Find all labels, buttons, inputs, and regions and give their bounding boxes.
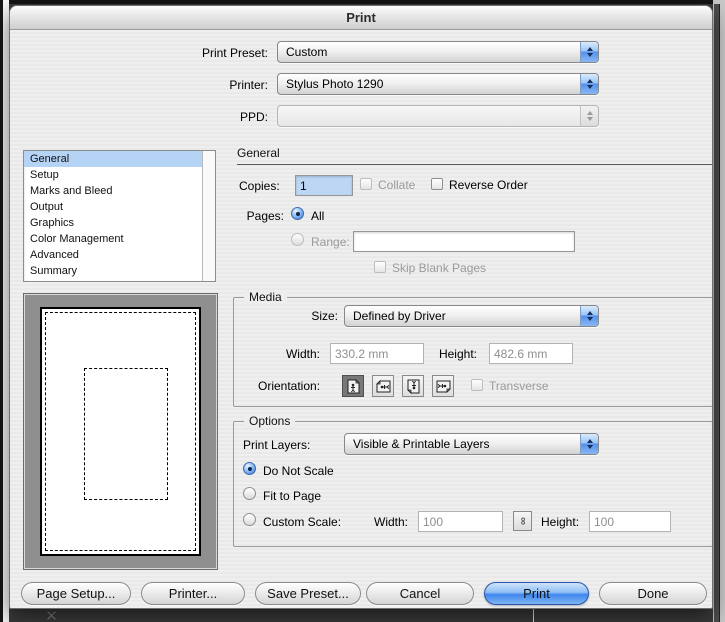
fit-to-page-label[interactable]: Fit to Page — [263, 489, 321, 503]
cancel-button[interactable]: Cancel — [366, 582, 474, 605]
copies-label: Copies: — [239, 179, 280, 193]
pages-all-radio[interactable] — [291, 207, 304, 220]
print-dialog: Print Print Preset: Custom Printer: Styl… — [9, 5, 713, 609]
transverse-checkbox — [471, 379, 483, 391]
orientation-label: Orientation: — [258, 379, 320, 393]
custom-scale-width-input — [418, 511, 503, 532]
do-not-scale-radio[interactable] — [243, 462, 256, 475]
media-width-input — [330, 343, 424, 364]
background-scrollbar-strip — [714, 4, 720, 622]
reverse-order-checkbox[interactable] — [431, 178, 443, 190]
orientation-landscape-left-icon — [376, 380, 391, 393]
dialog-title: Print — [346, 10, 376, 25]
skip-blank-pages-checkbox — [374, 261, 386, 273]
preview-paper — [40, 307, 201, 556]
sidebar-item-general[interactable]: General — [24, 151, 215, 167]
ppd-popup — [277, 105, 599, 127]
media-width-label: Width: — [258, 347, 320, 361]
popup-stepper-icon — [580, 434, 598, 454]
sidebar-item-output[interactable]: Output — [24, 199, 215, 215]
orientation-portrait-button[interactable] — [342, 375, 364, 397]
collate-label: Collate — [378, 178, 415, 192]
pages-label: Pages: — [204, 209, 284, 223]
custom-scale-height-label: Height: — [541, 515, 579, 529]
pages-range-label: Range: — [311, 235, 350, 249]
orientation-portrait-reverse-icon — [407, 379, 420, 394]
print-layers-popup[interactable]: Visible & Printable Layers — [344, 433, 599, 455]
orientation-landscape-right-button[interactable] — [432, 375, 454, 397]
print-layers-value: Visible & Printable Layers — [353, 437, 580, 451]
media-height-label: Height: — [430, 347, 477, 361]
custom-scale-label[interactable]: Custom Scale: — [263, 515, 341, 529]
printer-button[interactable]: Printer... — [141, 582, 245, 605]
reverse-order-label[interactable]: Reverse Order — [449, 178, 528, 192]
printer-value: Stylus Photo 1290 — [286, 77, 580, 91]
orientation-portrait-reverse-button[interactable] — [402, 375, 424, 397]
pages-all-label[interactable]: All — [311, 209, 324, 223]
print-layers-label: Print Layers: — [243, 438, 310, 452]
print-preset-value: Custom — [286, 45, 580, 59]
media-group-title: Media — [244, 290, 287, 304]
sections-list: General Setup Marks and Bleed Output Gra… — [23, 150, 216, 282]
print-preset-popup[interactable]: Custom — [277, 41, 599, 63]
pages-range-radio — [291, 233, 304, 246]
media-size-label: Size: — [238, 309, 338, 323]
page-preview — [23, 293, 218, 570]
copies-input[interactable] — [295, 175, 353, 196]
ppd-label: PPD: — [118, 110, 268, 124]
background-top-strip — [0, 0, 725, 4]
panel-heading: General — [237, 146, 713, 165]
custom-scale-height-input — [589, 511, 671, 532]
done-button[interactable]: Done — [599, 582, 707, 605]
orientation-landscape-left-button[interactable] — [372, 375, 394, 397]
popup-stepper-icon — [580, 42, 598, 62]
printer-label: Printer: — [118, 78, 268, 92]
sidebar-item-summary[interactable]: Summary — [24, 263, 215, 279]
skip-blank-pages-label: Skip Blank Pages — [392, 261, 486, 275]
printer-popup[interactable]: Stylus Photo 1290 — [277, 73, 599, 95]
popup-stepper-icon — [580, 306, 598, 326]
print-preset-label: Print Preset: — [118, 46, 268, 60]
constrain-link-button[interactable]: ∞ — [513, 511, 532, 531]
sidebar-item-advanced[interactable]: Advanced — [24, 247, 215, 263]
save-preset-button[interactable]: Save Preset... — [255, 582, 361, 605]
collate-checkbox — [360, 178, 372, 190]
media-size-popup[interactable]: Defined by Driver — [344, 305, 599, 327]
popup-stepper-icon — [580, 106, 598, 126]
chain-link-icon: ∞ — [517, 517, 529, 525]
options-group-title: Options — [244, 414, 295, 428]
sidebar-item-setup[interactable]: Setup — [24, 167, 215, 183]
background-guide-line — [533, 609, 534, 622]
orientation-portrait-icon — [347, 379, 360, 394]
custom-scale-width-label: Width: — [374, 515, 408, 529]
sidebar-item-color-management[interactable]: Color Management — [24, 231, 215, 247]
dialog-titlebar[interactable]: Print — [10, 6, 712, 30]
custom-scale-radio[interactable] — [243, 513, 256, 526]
transverse-label: Transverse — [489, 379, 549, 393]
background-bottom-area — [9, 609, 713, 622]
page-setup-button[interactable]: Page Setup... — [21, 582, 131, 605]
fit-to-page-radio[interactable] — [243, 487, 256, 500]
print-button[interactable]: Print — [484, 582, 589, 605]
media-height-input — [489, 343, 573, 364]
do-not-scale-label[interactable]: Do Not Scale — [263, 464, 334, 478]
preview-document-page — [84, 368, 167, 500]
sidebar-item-marks-and-bleed[interactable]: Marks and Bleed — [24, 183, 215, 199]
sidebar-item-graphics[interactable]: Graphics — [24, 215, 215, 231]
pages-range-input[interactable] — [353, 231, 575, 252]
media-size-value: Defined by Driver — [353, 309, 580, 323]
background-close-glyph — [47, 611, 56, 620]
popup-stepper-icon — [580, 74, 598, 94]
orientation-landscape-right-icon — [436, 380, 451, 393]
